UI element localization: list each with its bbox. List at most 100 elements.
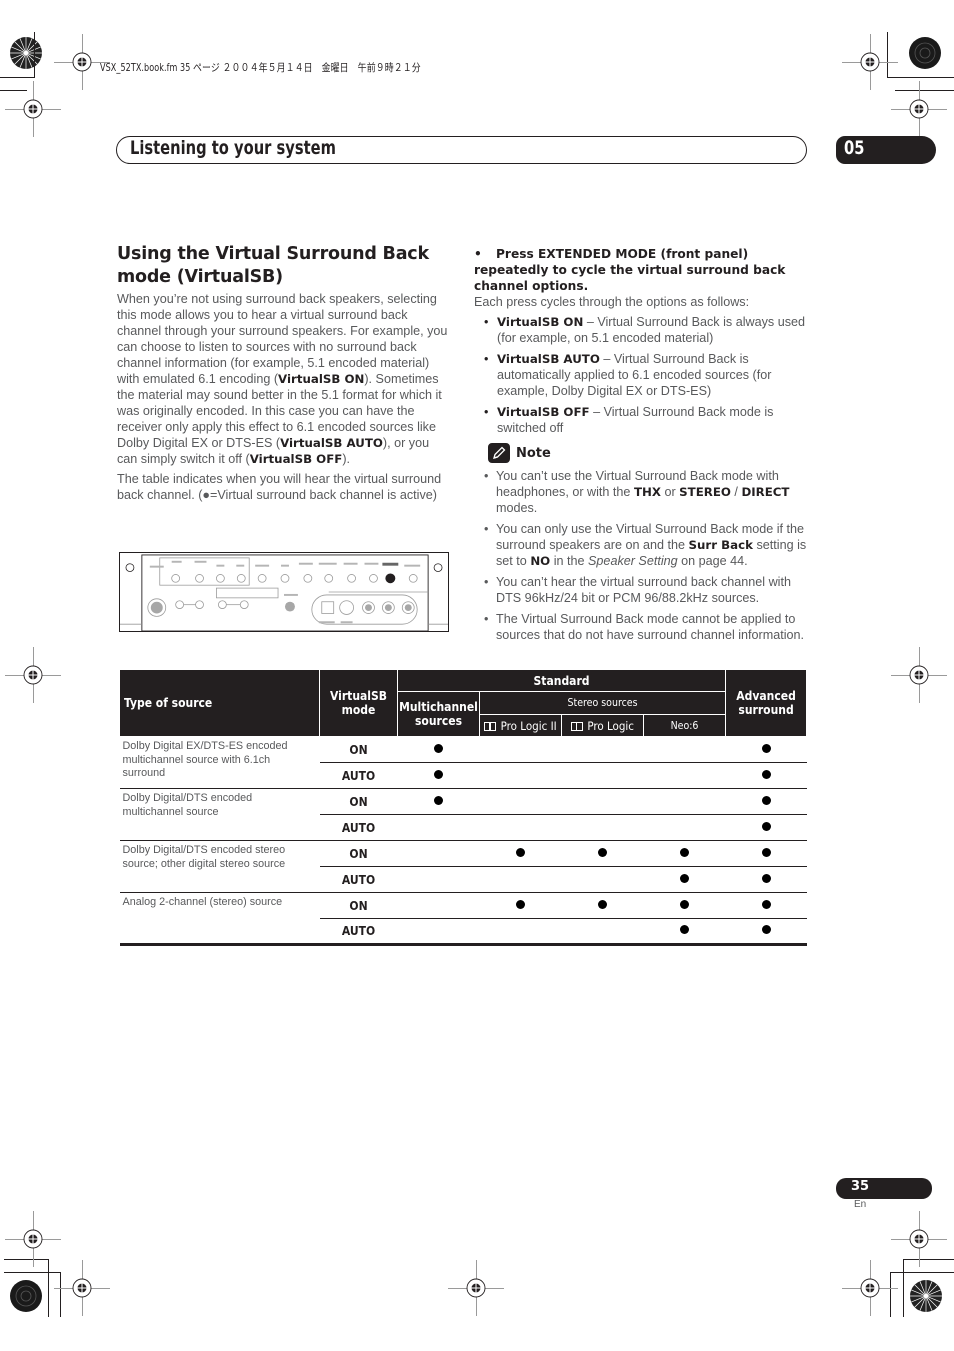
virtualsb-mode-cell: AUTO [319,918,398,946]
neo6-cell [643,866,726,893]
option-item: VirtualSB OFF – Virtual Surround Back mo… [474,404,814,436]
active-dot-icon [761,795,771,805]
active-dot-icon [680,873,690,883]
note-item: The Virtual Surround Back mode cannot be… [474,611,814,643]
step-text: Press EXTENDED MODE (front panel) repeat… [474,247,786,293]
color-target-bottom-right [909,1279,943,1313]
active-dot-icon [761,769,771,779]
active-dot-icon [761,847,771,857]
active-dot-icon [516,899,525,909]
crop-mark [34,32,35,78]
bold-term: VirtualSB OFF [249,452,343,466]
crop-mark [60,1272,61,1317]
step-description: Each press cycles through the options as… [474,295,750,309]
crop-mark [903,1259,954,1260]
print-metadata: VSX_52TX.book.fm 35 ページ ２００４年５月１４日 金曜日 午… [100,62,421,74]
pl-cell [561,814,644,841]
registration-target-icon [909,1229,929,1249]
chapter-number: 05 [844,137,865,159]
registration-target-icon [72,52,92,72]
virtualsb-mode-cell: ON [319,736,398,763]
option-item: VirtualSB ON – Virtual Surround Back is … [474,314,814,346]
virtualsb-mode-cell: AUTO [319,814,398,841]
crop-mark [887,32,888,78]
advanced-cell [725,788,807,815]
crop-mark [903,1259,904,1317]
note-item: You can only use the Virtual Surround Ba… [474,521,814,569]
multichannel-cell [397,892,480,919]
active-dot-icon [598,847,607,857]
text: in the [550,554,589,568]
pl2-cell [479,866,562,893]
intro-paragraph: When you’re not using surround back spea… [117,291,452,467]
option-name: VirtualSB AUTO [497,352,600,366]
italic-term: Speaker Setting [588,554,678,568]
virtualsb-table: Type of source VirtualSB mode Standard A… [119,669,808,946]
section-header-title: Listening to your system [130,137,336,159]
neo6-cell [643,788,726,815]
color-target-bottom-left [9,1279,43,1313]
neo6-cell [643,736,726,763]
advanced-cell [725,866,807,893]
pl-cell [561,892,644,919]
multichannel-cell [397,788,480,815]
neo6-cell [643,814,726,841]
crop-mark [895,90,954,91]
text: modes. [496,501,538,515]
right-column: • Press EXTENDED MODE (front panel) repea… [474,246,814,441]
multichannel-cell [397,918,480,946]
table-row: Dolby Digital/DTS encoded stereo source;… [119,840,807,893]
pl2-cell [479,918,562,946]
option-list: VirtualSB ON – Virtual Surround Back is … [474,314,814,436]
active-dot-icon [434,769,443,779]
active-dot-icon [761,925,771,934]
dolby-double-d-icon [571,721,584,731]
bold-term: STEREO [679,485,731,499]
pl-cell [561,866,644,893]
active-dot-icon [680,925,690,934]
virtualsb-mode-cell: ON [319,788,398,815]
multichannel-cell [397,736,480,763]
registration-target-icon [23,665,43,685]
source-type-cell: Analog 2-channel (stereo) source [119,892,320,946]
header-advanced-surround: Advanced surround [725,669,808,737]
pl2-cell [479,892,562,919]
table-row: Analog 2-channel (stereo) source ON [119,892,807,946]
option-name: VirtualSB ON [497,315,584,329]
virtualsb-mode-cell: AUTO [319,762,398,789]
advanced-cell [725,918,807,946]
pl-cell [561,736,644,763]
note-label: Note [516,445,551,461]
table-row: Dolby Digital EX/DTS-ES encoded multicha… [119,736,807,789]
source-type-cell: Dolby Digital EX/DTS-ES encoded multicha… [119,736,320,789]
text: The Virtual Surround Back mode cannot be… [496,612,805,642]
pl2-cell [479,736,562,763]
virtualsb-mode-cell: AUTO [319,866,398,893]
neo6-cell [643,840,726,867]
table-row: Dolby Digital/DTS encoded multichannel s… [119,788,807,841]
crop-mark [4,1259,48,1260]
pl2-cell [479,788,562,815]
note-item: You can’t use the Virtual Surround Back … [474,468,814,516]
option-item: VirtualSB AUTO – Virtual Surround Back i… [474,351,814,399]
front-panel-illustration [119,552,449,632]
header-type-of-source: Type of source [119,669,320,737]
active-dot-icon [761,821,771,831]
active-dot-icon [761,899,771,909]
bold-term: VirtualSB ON [278,372,365,386]
registration-target-icon [23,1229,43,1249]
registration-target-icon [909,99,929,119]
color-target-top-right [908,36,942,70]
crop-mark [890,1272,954,1273]
source-type-cell: Dolby Digital/DTS encoded multichannel s… [119,788,320,841]
pl-cell [561,762,644,789]
table-legend-paragraph: The table indicates when you will hear t… [117,472,442,502]
header-neo6: Neo:6 [642,714,727,737]
text: or [660,485,680,499]
crop-mark [0,90,27,91]
registration-target-icon [23,99,43,119]
crop-mark [0,77,34,78]
bold-term: Surr Back [688,538,753,552]
bold-term: NO [530,554,551,568]
left-column: Using the Virtual Surround Back mode (Vi… [117,243,452,503]
